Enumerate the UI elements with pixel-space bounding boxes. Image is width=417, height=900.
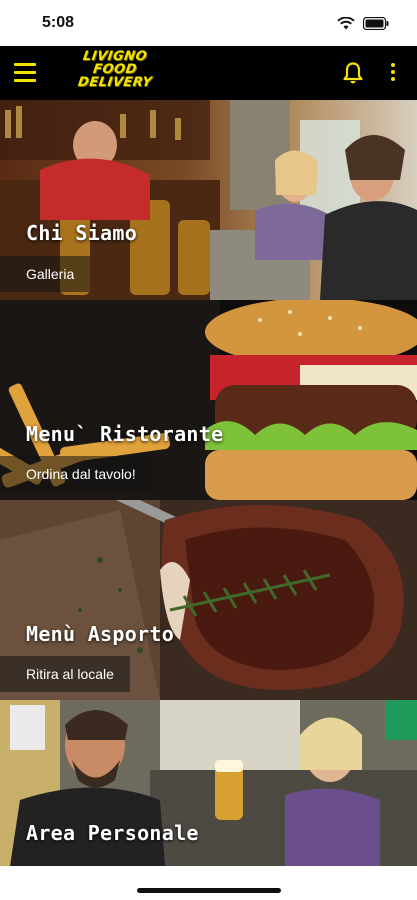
status-time: 5:08 [42,14,75,31]
bell-icon[interactable] [342,61,364,85]
tile-title: Area Personale [26,821,199,845]
tile-area-personale[interactable]: Area Personale [0,700,417,866]
tile-title: Menù Asporto [26,622,175,646]
status-bar: 5:08 [0,0,417,46]
tile-subtitle: Ritira al locale [0,656,130,692]
tile-menu-asporto[interactable]: Menù Asporto Ritira al locale [0,500,417,700]
tile-menu-ristorante[interactable]: Menu` Ristorante Ordina dal tavolo! [0,300,417,500]
menu-icon[interactable] [14,63,36,83]
tile-subtitle: Ordina dal tavolo! [0,456,152,492]
home-indicator[interactable] [137,888,281,893]
battery-icon [363,16,389,30]
app-bar: LIVIGNO FOOD DELIVERY [0,46,417,100]
brand-logo: LIVIGNO FOOD DELIVERY [64,49,166,98]
status-icons [337,16,389,30]
logo-line-3: DELIVERY [76,75,154,90]
tile-chi-siamo[interactable]: Chi Siamo Galleria [0,100,417,300]
wifi-icon [337,16,355,29]
bottom-area [0,866,417,900]
more-vert-icon[interactable] [387,61,399,85]
tile-title: Chi Siamo [26,221,138,245]
tile-subtitle: Galleria [0,256,91,292]
tile-title: Menu` Ristorante [26,422,224,446]
